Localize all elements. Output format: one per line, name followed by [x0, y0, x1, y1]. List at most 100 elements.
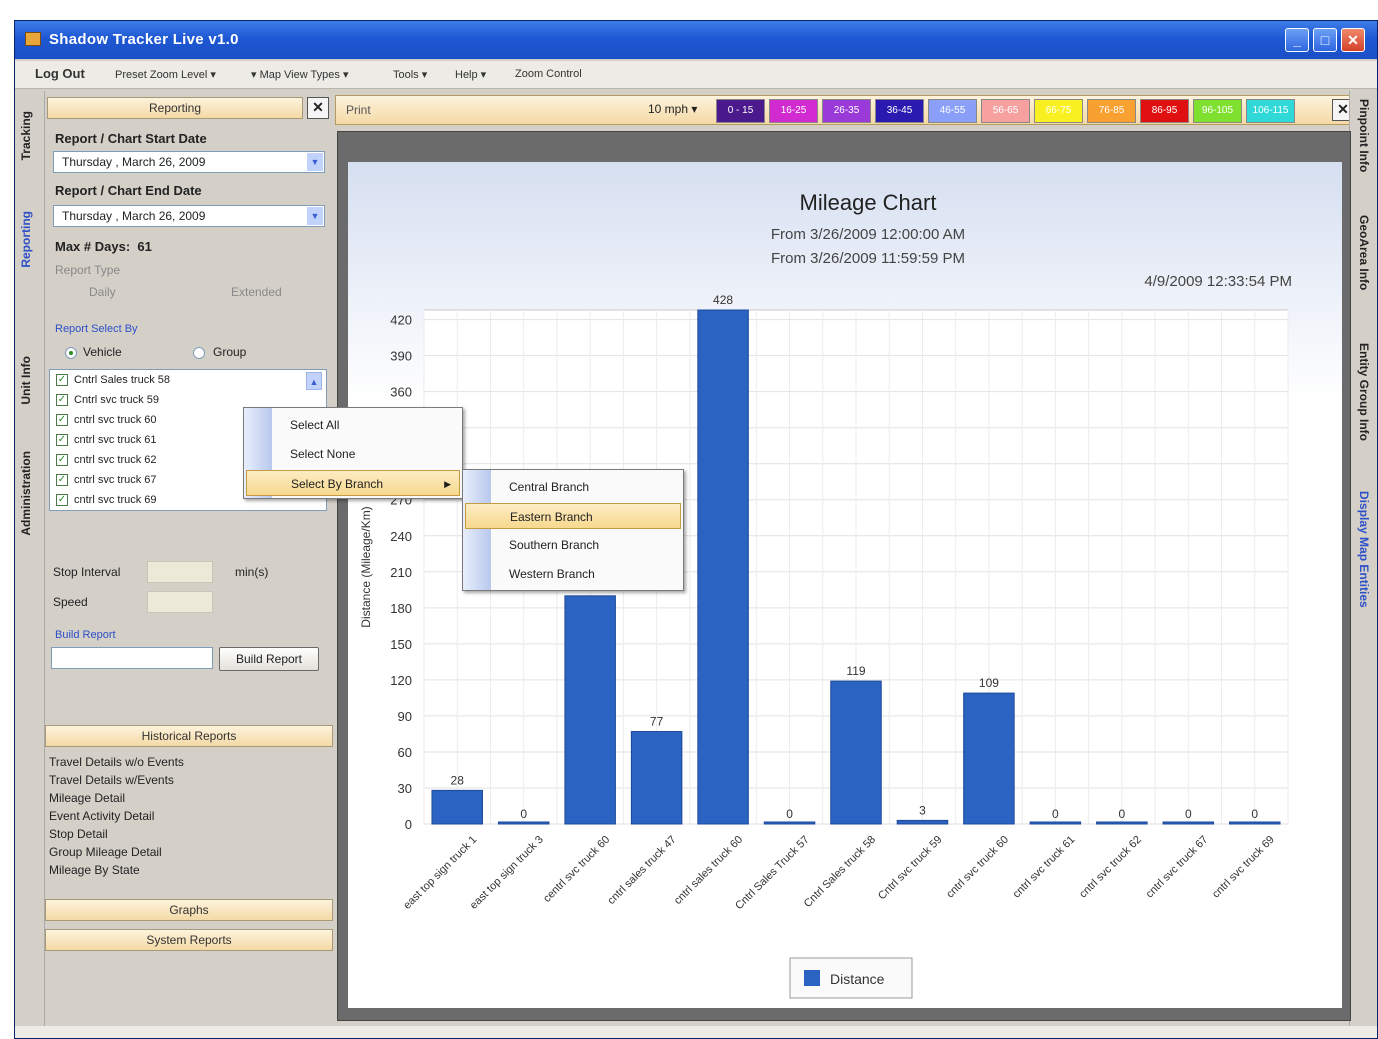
speed-select[interactable]: 10 mph ▾	[648, 102, 697, 116]
list-item[interactable]: ✓ Cntrl Sales truck 58	[56, 374, 170, 387]
tab-administration[interactable]: Administration	[19, 451, 33, 536]
menu-help[interactable]: Help ▾	[455, 68, 486, 81]
vehicle-context-menu: Select All Select None Select By Branch ▶	[243, 407, 463, 499]
bar	[497, 821, 550, 825]
bar	[763, 821, 816, 825]
menu-southern-branch[interactable]: Southern Branch	[465, 532, 681, 558]
start-date-picker[interactable]: Thursday , March 26, 2009 ▼	[53, 151, 325, 173]
historical-report-item[interactable]: Travel Details w/o Events	[49, 755, 184, 769]
branch-submenu: Central Branch Eastern Branch Southern B…	[462, 469, 684, 591]
checkbox[interactable]: ✓	[56, 474, 68, 487]
list-item[interactable]: ✓ Cntrl svc truck 59	[56, 394, 159, 407]
stop-interval-input[interactable]	[147, 561, 213, 583]
list-item[interactable]: ✓ cntrl svc truck 69	[56, 494, 157, 507]
historical-reports-header[interactable]: Historical Reports	[45, 725, 333, 747]
tab-pinpoint-info[interactable]: Pinpoint Info	[1357, 99, 1371, 172]
historical-report-item[interactable]: Stop Detail	[49, 827, 108, 841]
checkbox[interactable]: ✓	[56, 494, 68, 507]
menu-eastern-branch[interactable]: Eastern Branch	[465, 503, 681, 529]
report-type-extended[interactable]: Extended	[231, 285, 282, 299]
chevron-right-icon: ▶	[444, 479, 451, 489]
group-radio-label: Group	[213, 345, 247, 359]
menu-log-out[interactable]: Log Out	[35, 66, 85, 81]
historical-report-item[interactable]: Travel Details w/Events	[49, 773, 174, 787]
report-name-input[interactable]	[51, 647, 213, 669]
menu-central-branch[interactable]: Central Branch	[465, 474, 681, 500]
scroll-up-button[interactable]: ▲	[306, 372, 322, 390]
end-date-picker[interactable]: Thursday , March 26, 2009 ▼	[53, 205, 325, 227]
vehicle-radio[interactable]	[65, 347, 77, 359]
historical-report-item[interactable]: Group Mileage Detail	[49, 845, 162, 859]
menu-zoom-control[interactable]: Zoom Control	[515, 68, 582, 80]
menu-preset-zoom-level[interactable]: Preset Zoom Level ▾	[115, 68, 216, 81]
bar	[1029, 821, 1082, 825]
speed-swatch[interactable]: 76-85	[1087, 99, 1136, 123]
list-item[interactable]: ✓ cntrl svc truck 61	[56, 434, 157, 447]
reporting-header: Reporting	[47, 97, 303, 119]
tab-tracking[interactable]: Tracking	[19, 111, 33, 160]
speed-swatch[interactable]: 0 - 15	[716, 99, 765, 123]
window-title: Shadow Tracker Live v1.0	[49, 31, 239, 48]
bar-value-label: 428	[713, 293, 733, 307]
tab-display-map-entities[interactable]: Display Map Entities	[1357, 491, 1371, 608]
speed-swatch[interactable]: 56-65	[981, 99, 1030, 123]
tab-unit-info[interactable]: Unit Info	[19, 356, 33, 405]
speed-swatch[interactable]: 106-115	[1246, 99, 1295, 123]
speed-stepper[interactable]	[147, 591, 213, 613]
speed-swatch[interactable]: 26-35	[822, 99, 871, 123]
menu-select-all[interactable]: Select All	[246, 412, 460, 438]
list-item[interactable]: ✓ cntrl svc truck 62	[56, 454, 157, 467]
build-report-button[interactable]: Build Report	[219, 647, 319, 671]
y-tick-label: 240	[390, 529, 412, 544]
menu-map-view-types[interactable]: ▾ Map View Types ▾	[251, 68, 348, 81]
speed-swatch[interactable]: 46-55	[928, 99, 977, 123]
list-item[interactable]: ✓ cntrl svc truck 67	[56, 474, 157, 487]
maximize-button[interactable]: □	[1313, 28, 1337, 52]
vehicle-radio-label: Vehicle	[83, 345, 122, 359]
checkbox[interactable]: ✓	[56, 374, 68, 387]
bar	[1162, 821, 1215, 825]
list-item[interactable]: ✓ cntrl svc truck 60	[56, 414, 157, 427]
close-panel-button[interactable]: ✕	[307, 97, 329, 119]
checkbox[interactable]: ✓	[56, 454, 68, 467]
chevron-down-icon[interactable]: ▼	[307, 207, 323, 225]
bar-value-label: 0	[1052, 807, 1059, 821]
bar	[896, 819, 949, 825]
left-tab-strip: Tracking Reporting Unit Info Administrat…	[15, 91, 45, 1031]
menu-select-none[interactable]: Select None	[246, 441, 460, 467]
y-tick-label: 120	[390, 673, 412, 688]
checkbox[interactable]: ✓	[56, 414, 68, 427]
max-days-value: 61	[137, 239, 152, 254]
historical-report-item[interactable]: Event Activity Detail	[49, 809, 154, 823]
checkbox[interactable]: ✓	[56, 394, 68, 407]
tab-reporting[interactable]: Reporting	[19, 211, 33, 268]
chevron-down-icon[interactable]: ▼	[307, 153, 323, 171]
historical-report-item[interactable]: Mileage Detail	[49, 791, 125, 805]
speed-swatch[interactable]: 86-95	[1140, 99, 1189, 123]
x-tick-label: cntrl sales truck 60	[672, 834, 745, 907]
tab-geoarea-info[interactable]: GeoArea Info	[1357, 215, 1371, 290]
speed-swatch[interactable]: 36-45	[875, 99, 924, 123]
y-tick-label: 360	[390, 385, 412, 400]
tab-entity-group-info[interactable]: Entity Group Info	[1357, 343, 1371, 441]
menu-tools[interactable]: Tools ▾	[393, 68, 427, 81]
app-icon	[25, 32, 41, 46]
close-window-button[interactable]: ✕	[1341, 28, 1365, 52]
historical-report-item[interactable]: Mileage By State	[49, 863, 140, 877]
menu-select-by-branch[interactable]: Select By Branch ▶	[246, 470, 460, 496]
minimize-button[interactable]: _	[1285, 28, 1309, 52]
system-reports-button[interactable]: System Reports	[45, 929, 333, 951]
y-tick-label: 210	[390, 565, 412, 580]
y-axis-label: Distance (Mileage/Km)	[359, 506, 373, 627]
checkbox[interactable]: ✓	[56, 434, 68, 447]
graphs-button[interactable]: Graphs	[45, 899, 333, 921]
speed-swatch[interactable]: 66-75	[1034, 99, 1083, 123]
group-radio[interactable]	[193, 347, 205, 359]
print-button[interactable]: Print	[346, 103, 371, 117]
menu-western-branch[interactable]: Western Branch	[465, 561, 681, 587]
speed-swatch[interactable]: 16-25	[769, 99, 818, 123]
speed-swatch[interactable]: 96-105	[1193, 99, 1242, 123]
y-tick-label: 180	[390, 601, 412, 616]
report-type-daily[interactable]: Daily	[89, 285, 116, 299]
x-tick-label: cntrl svc truck 69	[1210, 834, 1277, 901]
